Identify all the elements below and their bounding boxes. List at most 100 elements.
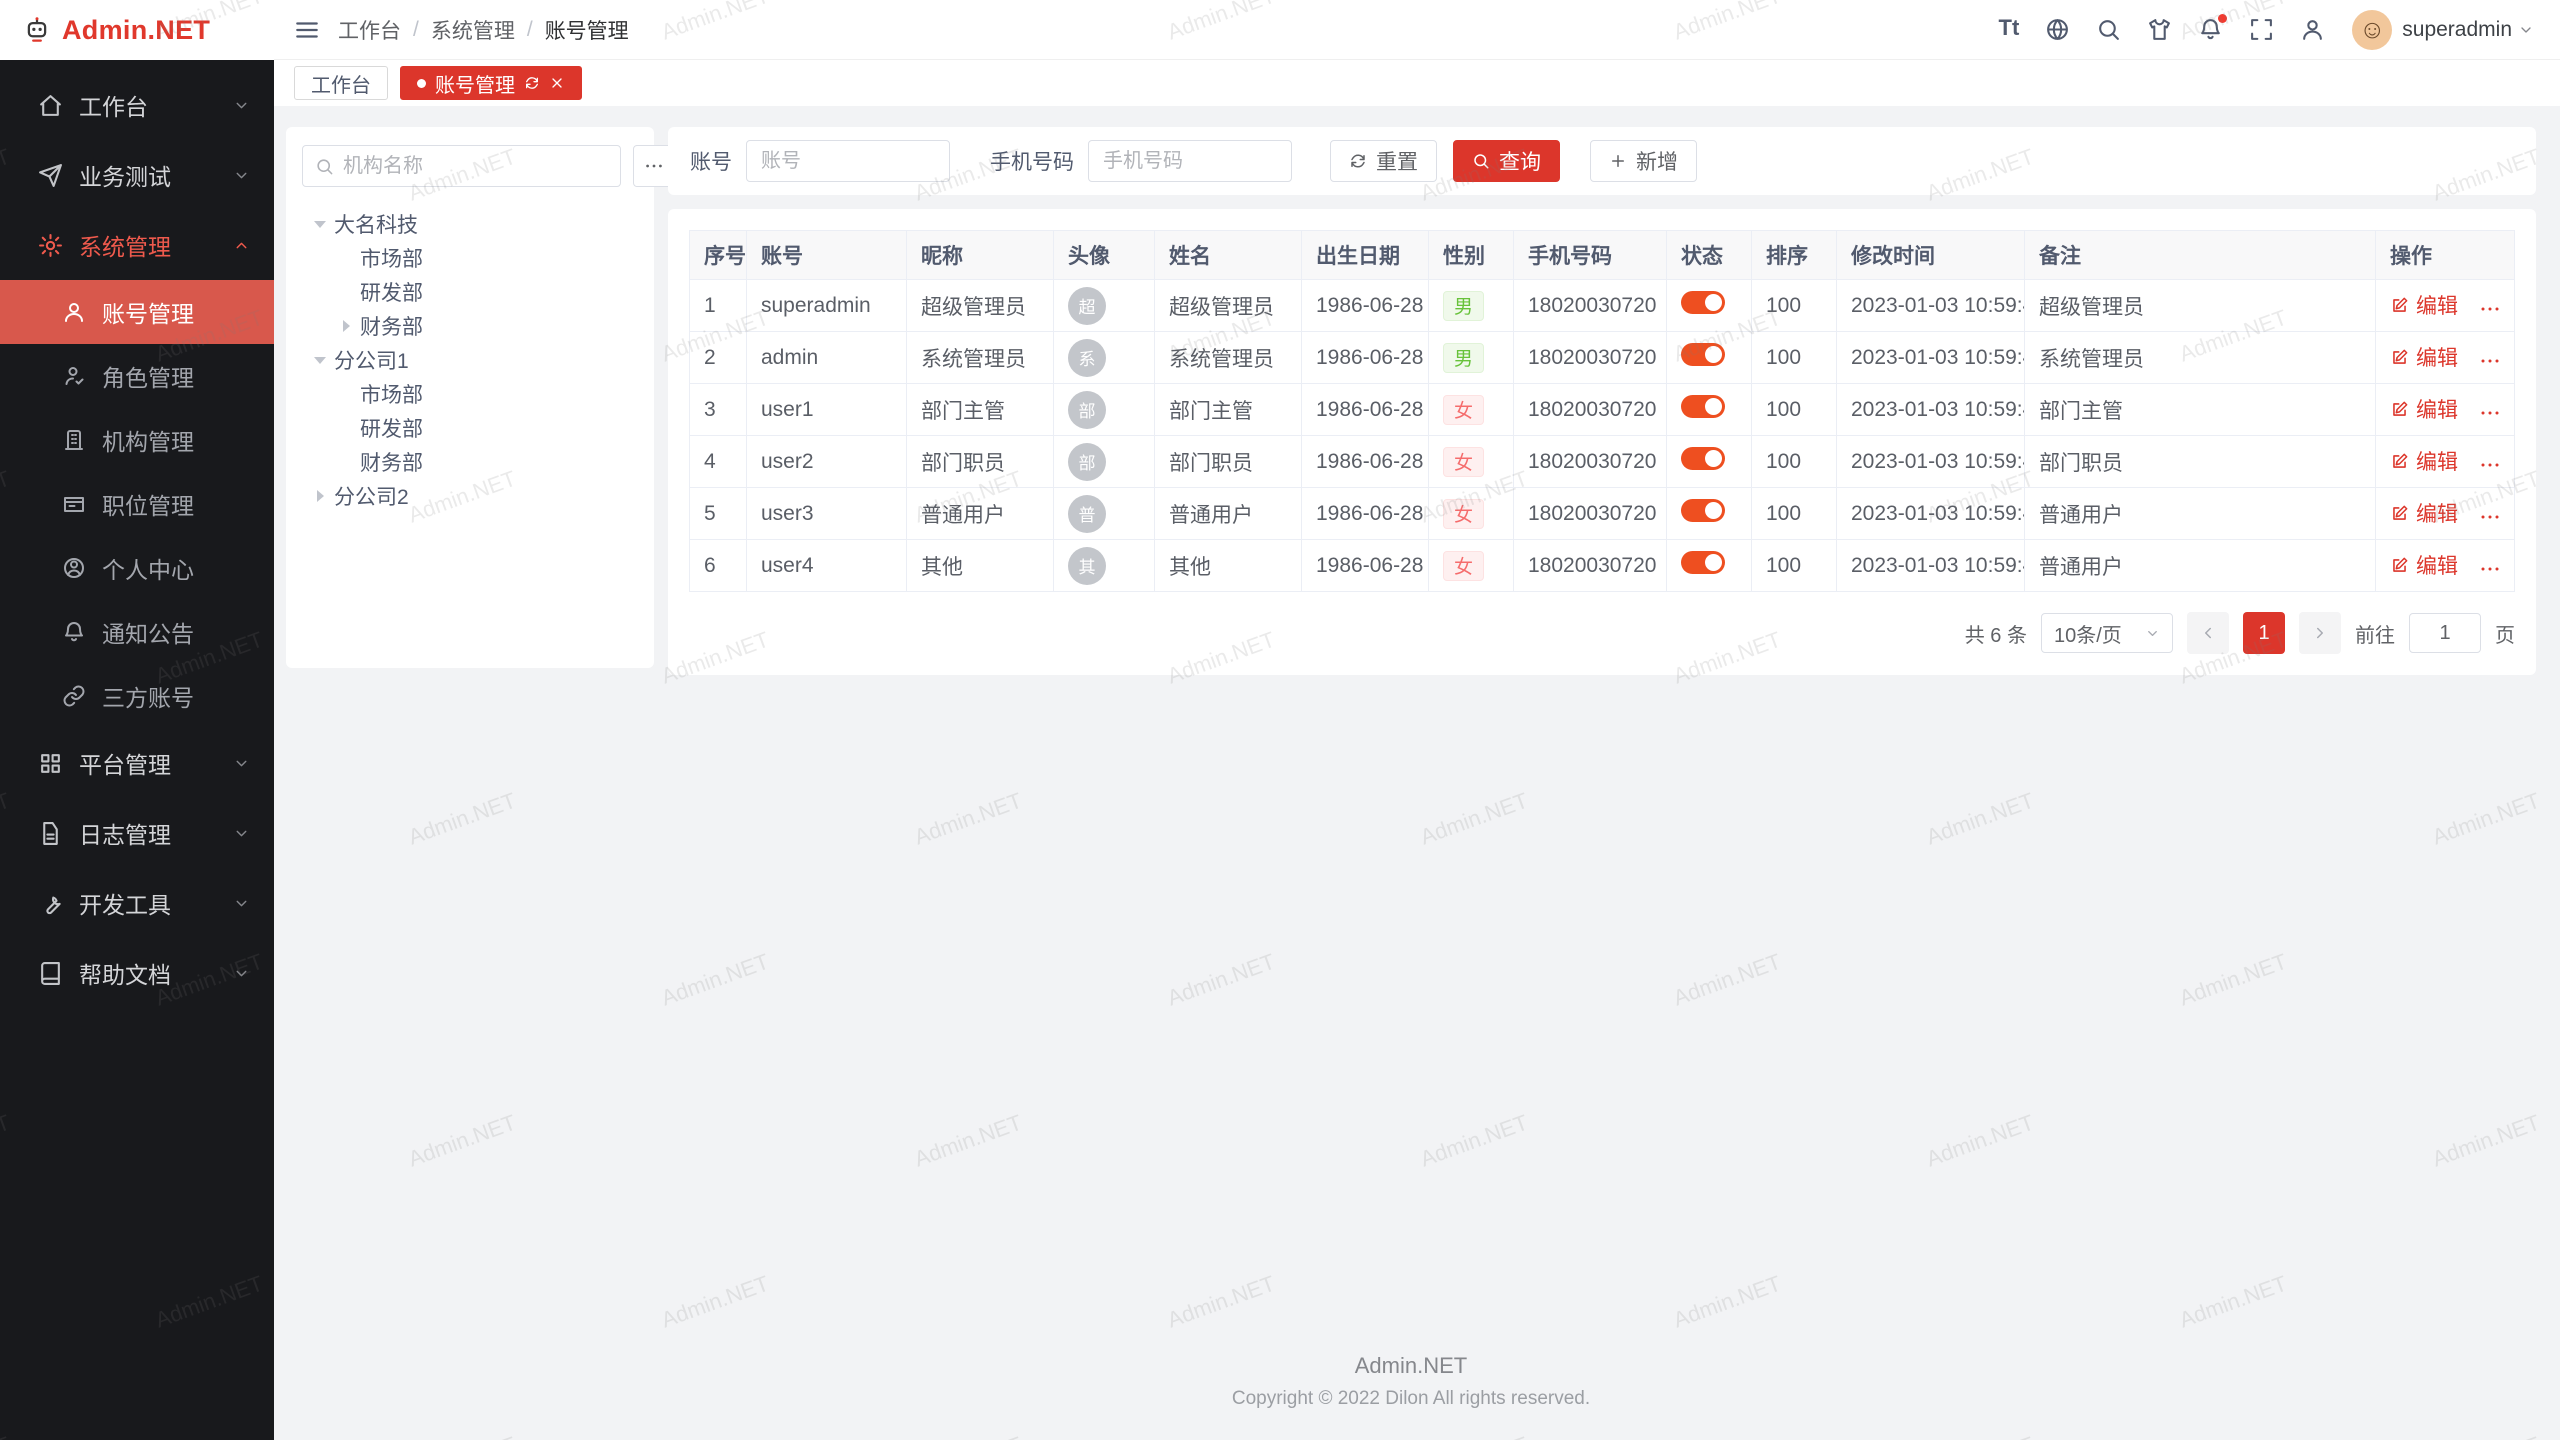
- notification-badge: [2218, 14, 2227, 23]
- breadcrumb-item-workbench[interactable]: 工作台: [338, 15, 401, 45]
- account-input[interactable]: [746, 140, 950, 182]
- column-header: 头像: [1054, 231, 1155, 280]
- tab-label: 账号管理: [435, 69, 515, 98]
- phone-input[interactable]: [1088, 140, 1292, 182]
- edit-button[interactable]: 编辑: [2390, 342, 2458, 372]
- cell-avatar: 普: [1054, 488, 1155, 540]
- edit-button[interactable]: 编辑: [2390, 394, 2458, 424]
- status-toggle[interactable]: [1681, 551, 1725, 574]
- accounts-table: 序号账号昵称头像姓名出生日期性别手机号码状态排序修改时间备注操作 1supera…: [689, 230, 2515, 592]
- font-size-icon[interactable]: Tt: [1999, 17, 2020, 42]
- more-actions-icon[interactable]: [2478, 297, 2502, 321]
- cell-account: superadmin: [747, 280, 907, 332]
- sidebar-item-5[interactable]: 开发工具: [0, 868, 274, 938]
- tab-refresh-icon[interactable]: [524, 75, 540, 91]
- tree-node[interactable]: 财务部: [302, 309, 638, 343]
- status-toggle[interactable]: [1681, 395, 1725, 418]
- more-actions-icon[interactable]: [2478, 453, 2502, 477]
- status-toggle[interactable]: [1681, 291, 1725, 314]
- sidebar-subitem-2-2[interactable]: 机构管理: [0, 408, 274, 472]
- menu-toggle-icon[interactable]: [294, 17, 320, 43]
- logo[interactable]: Admin.NET: [0, 0, 274, 60]
- edit-button[interactable]: 编辑: [2390, 498, 2458, 528]
- account-label: 账号: [690, 146, 732, 176]
- tree-node[interactable]: 大名科技: [302, 207, 638, 241]
- sidebar-item-6[interactable]: 帮助文档: [0, 938, 274, 1008]
- sidebar-item-1[interactable]: 业务测试: [0, 140, 274, 210]
- sidebar-subitem-2-4[interactable]: 个人中心: [0, 536, 274, 600]
- profile-icon[interactable]: [2300, 17, 2325, 42]
- sidebar-subitem-2-3[interactable]: 职位管理: [0, 472, 274, 536]
- page-number-1[interactable]: 1: [2243, 612, 2285, 654]
- sidebar-subitem-2-1[interactable]: 角色管理: [0, 344, 274, 408]
- cell-modified-time: 2023-01-03 10:59:44: [1837, 436, 2025, 488]
- caret-down-icon[interactable]: [308, 348, 332, 372]
- sidebar-item-4[interactable]: 日志管理: [0, 798, 274, 868]
- more-actions-icon[interactable]: [2478, 349, 2502, 373]
- language-icon[interactable]: [2045, 17, 2070, 42]
- reset-button[interactable]: 重置: [1330, 140, 1437, 182]
- org-search-input[interactable]: [343, 155, 608, 178]
- page-unit-label: 页: [2495, 619, 2515, 648]
- tab-workbench[interactable]: 工作台: [294, 66, 388, 100]
- sidebar-item-2[interactable]: 系统管理: [0, 210, 274, 280]
- sidebar-subitem-2-5[interactable]: 通知公告: [0, 600, 274, 664]
- tree-node[interactable]: 财务部: [302, 445, 638, 479]
- app-root: Admin.NET 工作台业务测试系统管理账号管理角色管理机构管理职位管理个人中…: [0, 0, 2560, 1440]
- tree-node[interactable]: 研发部: [302, 411, 638, 445]
- edit-icon: [2390, 296, 2409, 315]
- cell-modified-time: 2023-01-03 10:59:44: [1837, 280, 2025, 332]
- theme-icon[interactable]: [2147, 17, 2172, 42]
- caret-placeholder: [334, 450, 358, 474]
- cell-status: [1667, 280, 1752, 332]
- sidebar-subitem-2-6[interactable]: 三方账号: [0, 664, 274, 728]
- global-search-icon[interactable]: [2096, 17, 2121, 42]
- edit-button[interactable]: 编辑: [2390, 550, 2458, 580]
- next-page-button[interactable]: [2299, 612, 2341, 654]
- notification-icon[interactable]: [2198, 17, 2223, 42]
- page-size-select[interactable]: 10条/页: [2041, 613, 2173, 653]
- cell-order: 100: [1752, 280, 1837, 332]
- tree-node-label: 研发部: [360, 277, 423, 307]
- caret-down-icon[interactable]: [308, 212, 332, 236]
- cell-nickname: 部门主管: [907, 384, 1054, 436]
- caret-right-icon[interactable]: [334, 314, 358, 338]
- edit-label: 编辑: [2416, 290, 2458, 320]
- edit-icon: [2390, 452, 2409, 471]
- goto-page-input[interactable]: [2409, 613, 2481, 653]
- tab-close-icon[interactable]: [549, 75, 565, 91]
- tree-node[interactable]: 分公司2: [302, 479, 638, 513]
- sidebar-item-3[interactable]: 平台管理: [0, 728, 274, 798]
- table-row: 3user1部门主管部部门主管1986-06-28女18020030720100…: [690, 384, 2515, 436]
- tree-node[interactable]: 研发部: [302, 275, 638, 309]
- tab-account-management[interactable]: 账号管理: [400, 66, 582, 100]
- breadcrumb-item-system[interactable]: 系统管理: [431, 15, 515, 45]
- status-toggle[interactable]: [1681, 343, 1725, 366]
- header-actions: Tt ☺ superadmin: [1986, 10, 2535, 50]
- tree-node[interactable]: 市场部: [302, 377, 638, 411]
- org-search-box[interactable]: [302, 145, 621, 187]
- more-actions-icon[interactable]: [2478, 505, 2502, 529]
- row-avatar: 部: [1068, 443, 1106, 481]
- prev-page-button[interactable]: [2187, 612, 2229, 654]
- edit-button[interactable]: 编辑: [2390, 290, 2458, 320]
- status-toggle[interactable]: [1681, 447, 1725, 470]
- tree-node[interactable]: 分公司1: [302, 343, 638, 377]
- more-actions-icon[interactable]: [2478, 401, 2502, 425]
- sidebar-subitem-2-0[interactable]: 账号管理: [0, 280, 274, 344]
- username[interactable]: superadmin: [2402, 18, 2512, 42]
- tabbar: 工作台 账号管理: [274, 60, 2560, 106]
- fullscreen-icon[interactable]: [2249, 17, 2274, 42]
- chevron-down-icon[interactable]: [2518, 22, 2534, 38]
- caret-right-icon[interactable]: [308, 484, 332, 508]
- status-toggle[interactable]: [1681, 499, 1725, 522]
- column-header: 出生日期: [1302, 231, 1429, 280]
- add-button[interactable]: 新增: [1590, 140, 1697, 182]
- more-actions-icon[interactable]: [2478, 557, 2502, 581]
- tree-node[interactable]: 市场部: [302, 241, 638, 275]
- edit-button[interactable]: 编辑: [2390, 446, 2458, 476]
- sidebar-item-0[interactable]: 工作台: [0, 70, 274, 140]
- query-button[interactable]: 查询: [1453, 140, 1560, 182]
- link-icon: [62, 684, 86, 708]
- user-avatar[interactable]: ☺: [2352, 10, 2392, 50]
